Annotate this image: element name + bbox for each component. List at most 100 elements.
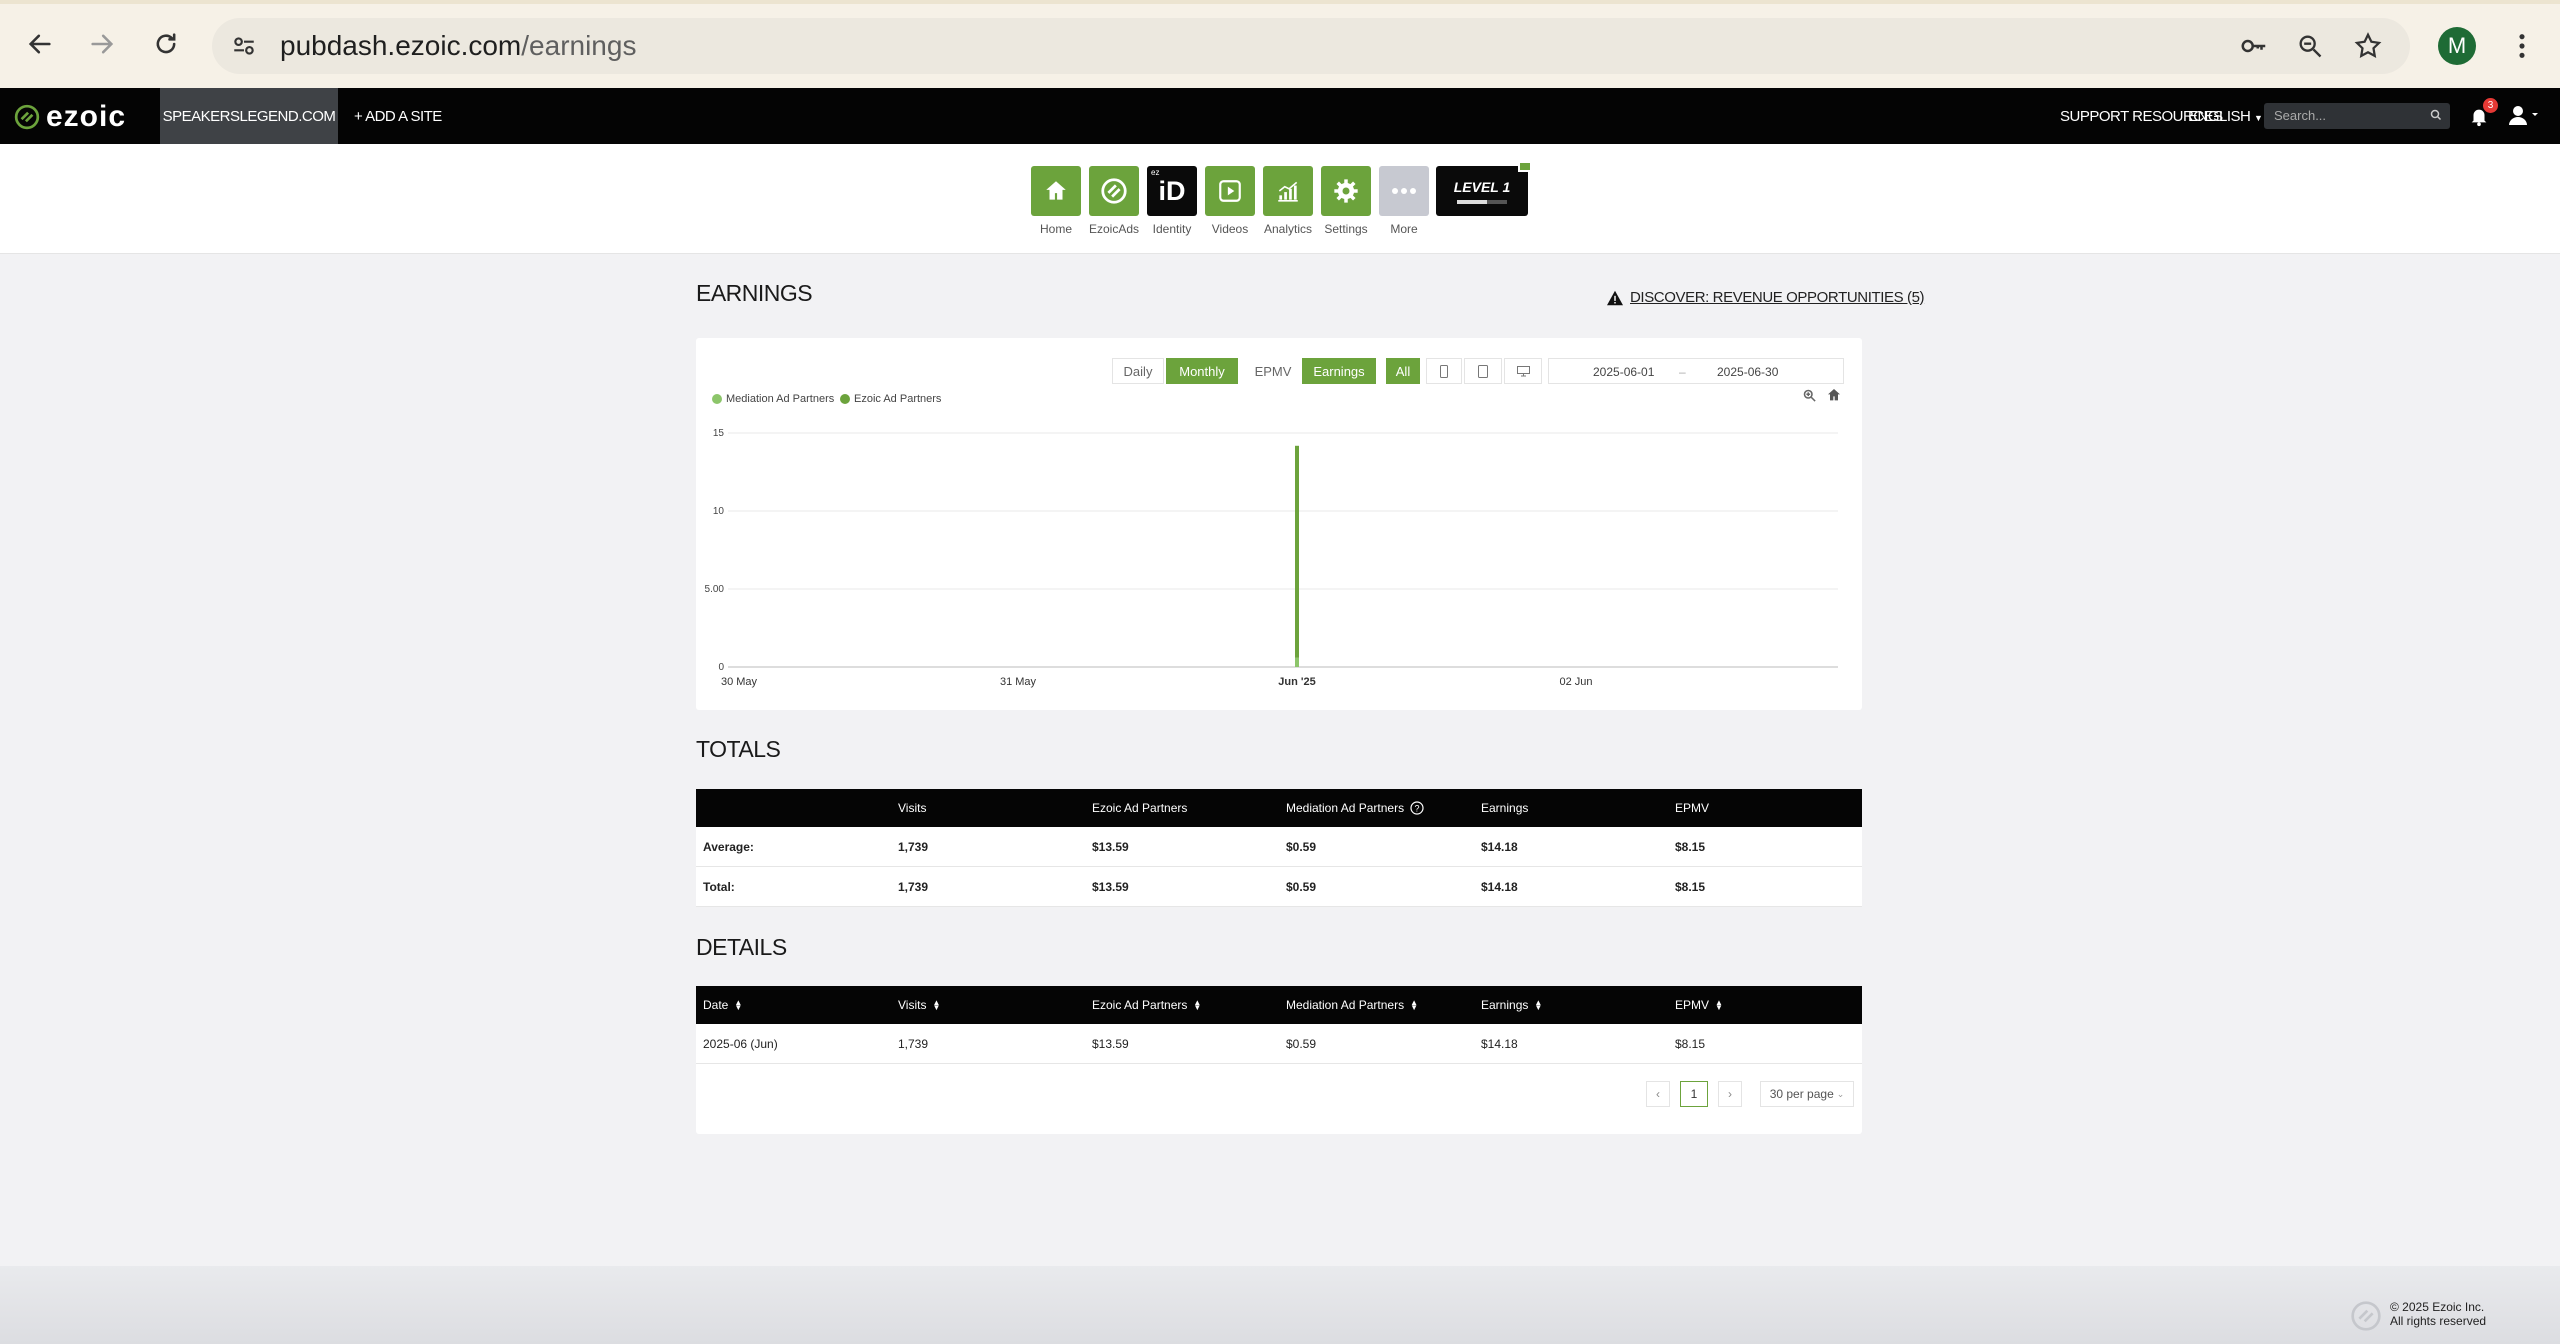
password-key-icon[interactable]: [2236, 28, 2272, 64]
details-col-ezoic[interactable]: Ezoic Ad Partners ▲ ▼: [1092, 986, 1201, 1024]
cell: 2025-06 (Jun): [703, 1036, 778, 1051]
nav-ezoicads[interactable]: EzoicAds: [1089, 166, 1139, 236]
y-tick-label: 5.00: [705, 584, 725, 595]
details-col-earnings[interactable]: Earnings ▲ ▼: [1481, 986, 1542, 1024]
monthly-toggle[interactable]: Monthly: [1166, 358, 1238, 384]
search-input[interactable]: Search...: [2264, 103, 2450, 129]
totals-col-mediation-label: Mediation Ad Partners: [1286, 801, 1405, 815]
browser-menu-icon[interactable]: [2504, 28, 2540, 64]
mobile-toggle[interactable]: [1426, 358, 1462, 384]
site-info-icon[interactable]: [226, 28, 262, 64]
y-tick-label: 15: [713, 428, 725, 439]
details-col-mediation-label: Mediation Ad Partners: [1286, 998, 1405, 1012]
details-col-visits[interactable]: Visits ▲ ▼: [898, 986, 940, 1024]
nav-identity[interactable]: iD ez Identity: [1147, 166, 1197, 236]
nav-videos[interactable]: Videos: [1205, 166, 1255, 236]
level-progress-fill: [1457, 199, 1487, 204]
copyright-line-2: All rights reserved: [2390, 1314, 2487, 1328]
details-title: DETAILS: [696, 934, 787, 960]
details-col-epmv[interactable]: EPMV ▲ ▼: [1675, 986, 1723, 1024]
totals-table-header: Visits Ezoic Ad Partners Mediation Ad Pa…: [696, 789, 1862, 827]
ezoic-logo[interactable]: ezoic: [14, 100, 126, 134]
discover-revenue-link[interactable]: DISCOVER: REVENUE OPPORTUNITIES (5): [1606, 289, 1925, 306]
cell: $0.59: [1286, 1036, 1317, 1051]
cell: $14.18: [1481, 1036, 1518, 1051]
ezoic-logo-icon: [14, 104, 40, 130]
pager-prev-button[interactable]: ‹: [1646, 1081, 1670, 1107]
details-col-date-label: Date: [703, 998, 729, 1012]
chart-zoom-icon[interactable]: [1802, 388, 1817, 408]
cell: $13.59: [1092, 1036, 1129, 1051]
level-badge[interactable]: LEVEL 1: [1436, 166, 1528, 216]
reload-button[interactable]: [146, 24, 186, 64]
totals-col-mediation: Mediation Ad Partners ?: [1286, 789, 1424, 827]
details-col-mediation[interactable]: Mediation Ad Partners ▲ ▼: [1286, 986, 1418, 1024]
logo-text: ezoic: [46, 100, 127, 133]
analytics-tile: [1263, 166, 1313, 216]
caret-down-icon: ▼: [2254, 113, 2263, 123]
home-tile: [1031, 166, 1081, 216]
warning-icon: [1607, 290, 1623, 305]
reload-icon: [156, 33, 176, 54]
nav-home[interactable]: Home: [1031, 166, 1081, 236]
earnings-toggle[interactable]: Earnings: [1302, 358, 1376, 384]
x-tick-label: 02 Jun: [1559, 676, 1592, 688]
per-page-select[interactable]: 30 per page ⌄: [1760, 1081, 1854, 1107]
cell: $8.15: [1675, 879, 1706, 894]
search-placeholder: Search...: [2274, 108, 2327, 123]
sort-icon: ▲ ▼: [1715, 998, 1723, 1012]
pager-next-button[interactable]: ›: [1718, 1081, 1742, 1107]
level-progress-bar: [1457, 199, 1507, 204]
date-range-picker[interactable]: 2025-06-01 – 2025-06-30: [1548, 358, 1844, 384]
legend-dot-mediation: [712, 394, 722, 404]
nav-more[interactable]: More: [1379, 166, 1429, 236]
back-button[interactable]: [20, 24, 60, 64]
tablet-toggle[interactable]: [1464, 358, 1502, 384]
identity-tile: iD ez: [1147, 166, 1197, 216]
cell: Total:: [703, 879, 735, 894]
cell: $14.18: [1481, 839, 1518, 854]
desktop-toggle[interactable]: [1504, 358, 1542, 384]
daily-toggle[interactable]: Daily: [1112, 358, 1164, 384]
all-devices-toggle[interactable]: All: [1386, 358, 1420, 384]
settings-tile: [1321, 166, 1371, 216]
y-tick-label: 0: [718, 662, 724, 673]
help-icon[interactable]: ?: [1410, 801, 1424, 815]
totals-row-total: Total: 1,739 $13.59 $0.59 $14.18 $8.15: [696, 867, 1862, 907]
search-icon: [2430, 108, 2442, 126]
language-dropdown[interactable]: ENGLISH ▼: [2188, 108, 2263, 125]
per-page-label: 30 per page: [1769, 1087, 1834, 1101]
details-col-date[interactable]: Date ▲ ▼: [703, 986, 742, 1024]
cell: $0.59: [1286, 879, 1317, 894]
analytics-icon: [1278, 181, 1298, 202]
bookmark-star-icon[interactable]: [2350, 28, 2386, 64]
add-site-link[interactable]: + ADD A SITE: [354, 108, 442, 125]
gear-icon: [1334, 179, 1358, 203]
legend-ezoic[interactable]: Ezoic Ad Partners: [840, 393, 941, 405]
totals-row-average: Average: 1,739 $13.59 $0.59 $14.18 $8.15: [696, 827, 1862, 867]
cell: $13.59: [1092, 879, 1129, 894]
sort-icon: ▲ ▼: [1193, 998, 1202, 1012]
cell: $0.59: [1286, 839, 1317, 854]
url-path: /earnings: [521, 30, 637, 61]
chart-reset-home-icon[interactable]: [1826, 387, 1842, 408]
epmv-toggle[interactable]: EPMV: [1250, 358, 1296, 384]
y-tick-label: 10: [713, 506, 725, 517]
chevron-down-icon: ⌄: [1836, 1088, 1845, 1099]
details-col-visits-label: Visits: [898, 998, 927, 1012]
profile-avatar[interactable]: M: [2438, 27, 2476, 65]
page-footer: [0, 1266, 2560, 1344]
x-tick-label: 30 May: [721, 676, 758, 688]
forward-button[interactable]: [82, 24, 122, 64]
zoom-icon[interactable]: [2292, 28, 2328, 64]
notification-badge: 3: [2483, 98, 2498, 113]
url-text: pubdash.ezoic.com/earnings: [280, 28, 636, 64]
totals-col-ezoic: Ezoic Ad Partners: [1092, 801, 1188, 815]
pager-page-1[interactable]: 1: [1680, 1081, 1708, 1107]
nav-settings[interactable]: Settings: [1321, 166, 1371, 236]
legend-mediation[interactable]: Mediation Ad Partners: [712, 393, 834, 405]
ezoicads-icon: [1101, 178, 1127, 204]
user-menu-icon[interactable]: [2508, 104, 2540, 131]
site-tab[interactable]: SPEAKERSLEGEND.COM: [160, 88, 338, 144]
nav-analytics[interactable]: Analytics: [1263, 166, 1313, 236]
